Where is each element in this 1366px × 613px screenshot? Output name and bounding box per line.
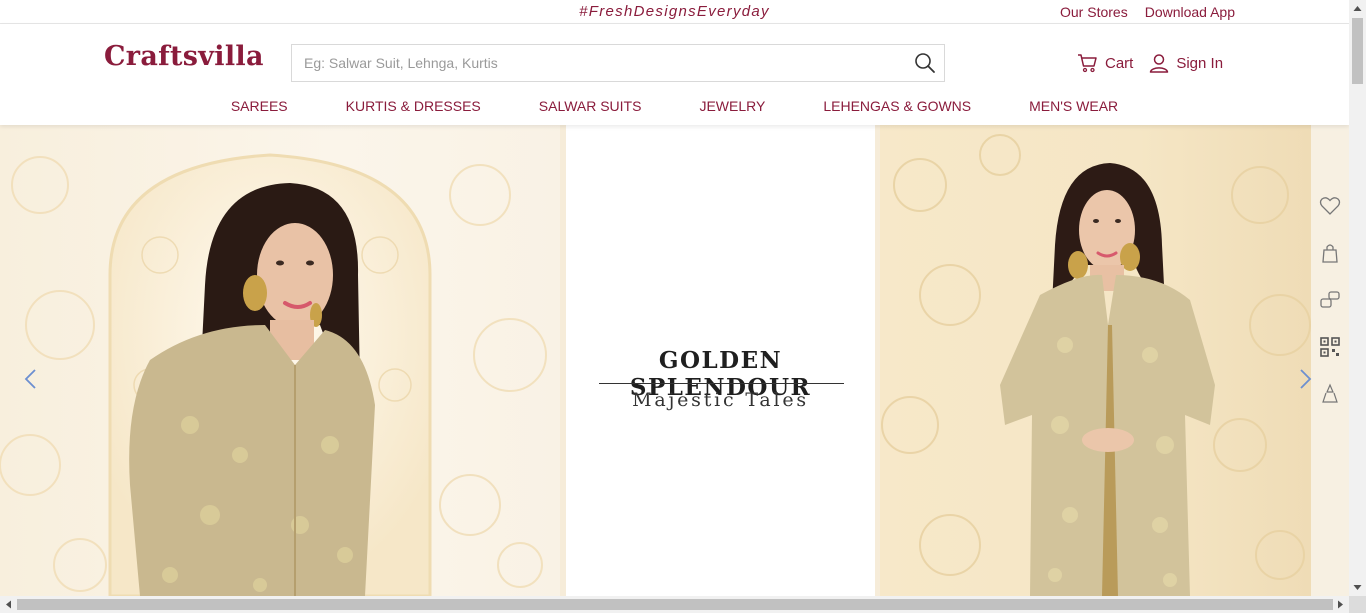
search-input[interactable] <box>292 45 892 81</box>
carousel-prev-arrow[interactable] <box>21 367 41 391</box>
scroll-right-arrow-icon[interactable] <box>1332 596 1349 613</box>
heart-icon[interactable] <box>1319 195 1341 217</box>
craftsvilla-logo[interactable]: Craftsvilla <box>104 41 264 72</box>
page-viewport: #FreshDesignsEveryday Our Stores Downloa… <box>0 0 1349 596</box>
header-actions: Cart Sign In <box>1077 53 1223 73</box>
side-rail <box>1317 195 1343 405</box>
stack-icon[interactable] <box>1319 383 1341 405</box>
nav-item-jewelry[interactable]: JEWELRY <box>699 98 765 114</box>
carousel-next-arrow[interactable] <box>1295 367 1315 391</box>
horizontal-scroll-thumb[interactable] <box>17 599 1333 610</box>
hero-image-left <box>0 125 560 596</box>
hero-banner[interactable]: GOLDEN SPLENDOUR Majestic Tales <box>0 125 1349 596</box>
site-header: Craftsvilla Cart <box>0 24 1349 125</box>
horizontal-scrollbar[interactable] <box>0 596 1349 613</box>
our-stores-link[interactable]: Our Stores <box>1060 4 1128 20</box>
sign-in-label: Sign In <box>1176 54 1224 72</box>
hero-text-panel: GOLDEN SPLENDOUR Majestic Tales <box>566 125 875 596</box>
scroll-up-arrow-icon[interactable] <box>1349 0 1366 17</box>
scroll-down-arrow-icon[interactable] <box>1349 579 1366 596</box>
model-photo-left <box>0 153 547 596</box>
model-photo-right <box>881 134 1311 596</box>
user-icon <box>1150 54 1169 73</box>
vertical-scroll-thumb[interactable] <box>1352 18 1363 84</box>
search-icon[interactable] <box>914 52 936 74</box>
vertical-scrollbar[interactable] <box>1349 0 1366 596</box>
sign-in-button[interactable]: Sign In <box>1149 53 1223 73</box>
scrollbar-corner <box>1349 596 1366 613</box>
cart-button[interactable]: Cart <box>1077 53 1133 73</box>
top-links: Our Stores Download App <box>1060 4 1235 20</box>
search-bar <box>291 44 945 82</box>
cart-icon <box>1078 54 1097 73</box>
top-strip: #FreshDesignsEveryday Our Stores Downloa… <box>0 0 1349 24</box>
qr-code-icon[interactable] <box>1319 336 1341 358</box>
chat-icon[interactable] <box>1319 289 1341 311</box>
hero-image-right <box>880 125 1311 596</box>
hero-subline: Majestic Tales <box>632 389 809 411</box>
category-nav: SAREES KURTIS & DRESSES SALWAR SUITS JEW… <box>0 98 1349 114</box>
scroll-left-arrow-icon[interactable] <box>0 596 17 613</box>
download-app-link[interactable]: Download App <box>1145 4 1235 20</box>
nav-item-lehengas-gowns[interactable]: LEHENGAS & GOWNS <box>823 98 971 114</box>
nav-item-kurtis-dresses[interactable]: KURTIS & DRESSES <box>346 98 481 114</box>
nav-item-sarees[interactable]: SAREES <box>231 98 288 114</box>
nav-item-mens-wear[interactable]: MEN'S WEAR <box>1029 98 1118 114</box>
headline-divider <box>599 383 844 384</box>
cart-label: Cart <box>1105 54 1134 72</box>
shopping-bag-icon[interactable] <box>1319 242 1341 264</box>
nav-item-salwar-suits[interactable]: SALWAR SUITS <box>539 98 642 114</box>
